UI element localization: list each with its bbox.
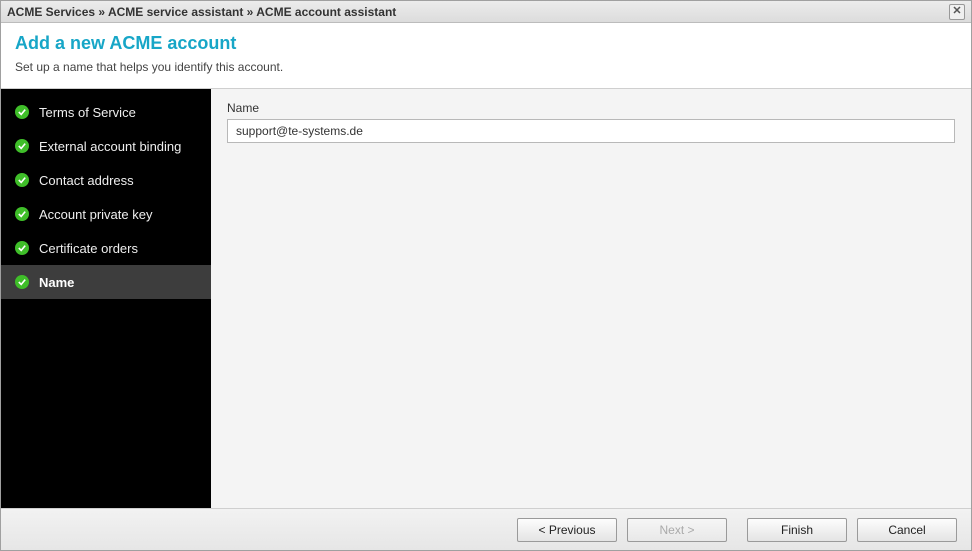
check-icon (15, 207, 29, 221)
body: Terms of Service External account bindin… (1, 89, 971, 508)
sidebar-item-certificate-orders[interactable]: Certificate orders (1, 231, 211, 265)
sidebar-item-name[interactable]: Name (1, 265, 211, 299)
page-subtitle: Set up a name that helps you identify th… (15, 60, 957, 74)
page-header: Add a new ACME account Set up a name tha… (1, 23, 971, 89)
sidebar-item-label: Certificate orders (39, 241, 138, 256)
sidebar-item-contact-address[interactable]: Contact address (1, 163, 211, 197)
check-icon (15, 139, 29, 153)
titlebar: ACME Services » ACME service assistant »… (1, 1, 971, 23)
breadcrumb: ACME Services » ACME service assistant »… (7, 5, 949, 19)
check-icon (15, 275, 29, 289)
sidebar-item-account-private-key[interactable]: Account private key (1, 197, 211, 231)
sidebar-item-label: Terms of Service (39, 105, 136, 120)
sidebar-item-terms-of-service[interactable]: Terms of Service (1, 95, 211, 129)
wizard-sidebar: Terms of Service External account bindin… (1, 89, 211, 508)
name-input[interactable] (227, 119, 955, 143)
close-button[interactable]: ✕ (949, 4, 965, 20)
next-button: Next > (627, 518, 727, 542)
check-icon (15, 241, 29, 255)
footer: < Previous Next > Finish Cancel (1, 508, 971, 550)
form-area: Name (211, 89, 971, 508)
close-icon: ✕ (952, 6, 961, 17)
assistant-window: ACME Services » ACME service assistant »… (0, 0, 972, 551)
sidebar-item-label: Contact address (39, 173, 134, 188)
sidebar-item-label: Account private key (39, 207, 152, 222)
check-icon (15, 173, 29, 187)
finish-button[interactable]: Finish (747, 518, 847, 542)
page-title: Add a new ACME account (15, 33, 957, 54)
name-label: Name (227, 101, 955, 115)
sidebar-item-external-account-binding[interactable]: External account binding (1, 129, 211, 163)
previous-button[interactable]: < Previous (517, 518, 617, 542)
cancel-button[interactable]: Cancel (857, 518, 957, 542)
check-icon (15, 105, 29, 119)
sidebar-item-label: External account binding (39, 139, 181, 154)
sidebar-item-label: Name (39, 275, 74, 290)
